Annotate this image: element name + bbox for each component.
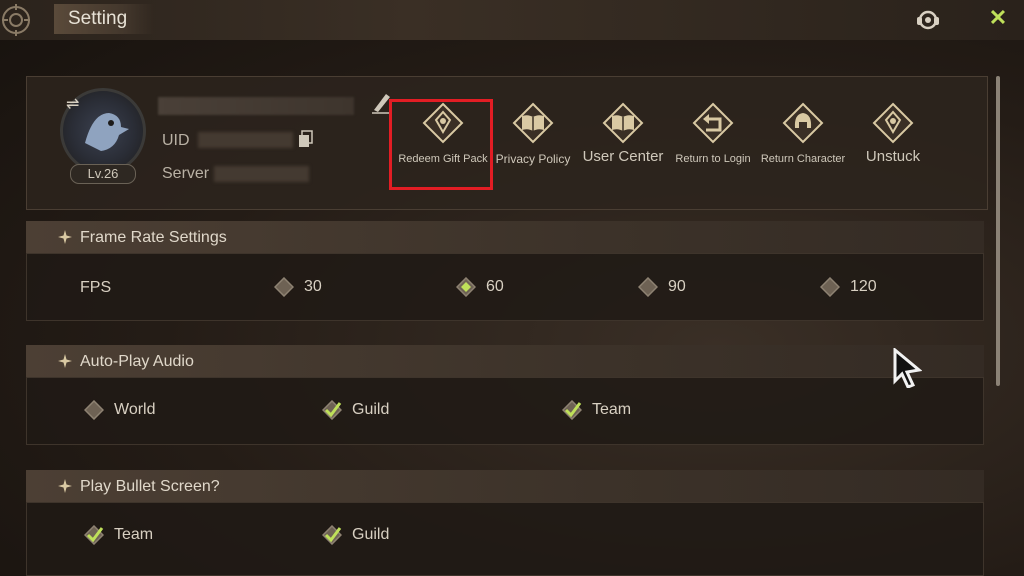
user-center-button[interactable]: User Center (578, 102, 668, 164)
auto-play-audio-title: Auto-Play Audio (80, 353, 194, 370)
sparkle-icon (58, 479, 72, 493)
switch-account-icon[interactable]: ⇌ (66, 94, 79, 114)
unstuck-button[interactable]: Unstuck (848, 102, 938, 164)
checkbox-diamond-icon (84, 400, 104, 420)
checkbox-checked-icon (84, 525, 104, 545)
bullet-option-team[interactable]: Team (84, 523, 204, 547)
close-icon[interactable]: ✕ (986, 6, 1010, 30)
audio-option-team[interactable]: Team (562, 398, 682, 422)
copy-icon[interactable] (298, 130, 314, 148)
fps-option-90[interactable]: 90 (638, 275, 718, 299)
diamond-emblem-icon (872, 102, 914, 144)
radio-diamond-selected-icon (456, 277, 476, 297)
checkbox-checked-icon (322, 400, 342, 420)
redeem-highlight-box (389, 99, 493, 190)
return-character-button[interactable]: Return Character (758, 102, 848, 166)
sparkle-icon (58, 230, 72, 244)
settings-gear-icon (2, 4, 30, 36)
radio-diamond-icon (274, 277, 294, 297)
uid-label: UID (162, 132, 190, 149)
fps-option-60[interactable]: 60 (456, 275, 536, 299)
return-arrow-icon (692, 102, 734, 144)
uid-value-redacted (198, 132, 293, 148)
fps-option-120[interactable]: 120 (820, 275, 900, 299)
audio-option-world[interactable]: World (84, 398, 204, 422)
player-name-redacted (158, 97, 354, 115)
bullet-screen-title: Play Bullet Screen? (80, 478, 220, 495)
checkbox-checked-icon (562, 400, 582, 420)
radio-diamond-icon (638, 277, 658, 297)
helmet-icon (782, 102, 824, 144)
radio-diamond-icon (820, 277, 840, 297)
book-icon (512, 102, 554, 144)
level-badge: Lv.26 (70, 164, 136, 184)
server-value-redacted (214, 166, 309, 182)
pointer-cursor-icon (893, 348, 922, 388)
bullet-option-guild[interactable]: Guild (322, 523, 442, 547)
sparkle-icon (58, 354, 72, 368)
fps-label: FPS (80, 279, 112, 296)
audio-option-guild[interactable]: Guild (322, 398, 442, 422)
fps-option-30[interactable]: 30 (274, 275, 354, 299)
book-icon (602, 102, 644, 144)
server-label: Server (162, 165, 210, 182)
scrollbar[interactable] (996, 76, 1000, 386)
checkbox-checked-icon (322, 525, 342, 545)
return-to-login-button[interactable]: Return to Login (668, 102, 758, 166)
frame-rate-title: Frame Rate Settings (80, 229, 227, 246)
privacy-policy-button[interactable]: Privacy Policy (488, 102, 578, 166)
page-title: Setting (68, 8, 128, 29)
customer-support-icon[interactable] (914, 6, 942, 34)
